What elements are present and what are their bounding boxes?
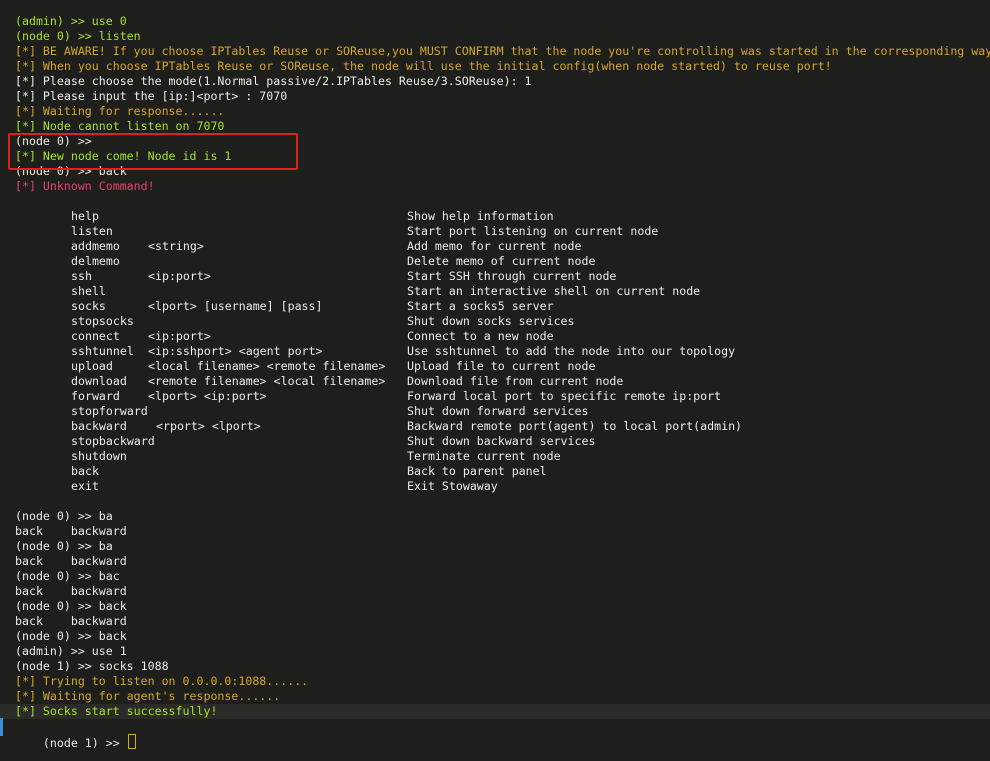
help-command: stopsocks — [71, 314, 134, 328]
command-prompt-line[interactable]: (node 1) >> — [15, 719, 136, 750]
output-line: (admin) >> use 1 — [15, 644, 127, 658]
output-line: back backward — [15, 524, 127, 538]
output-line: (node 0) >> bac — [15, 569, 120, 583]
help-arguments: <local filename> <remote filename> — [148, 359, 386, 373]
help-arguments: <ip:port> — [148, 269, 211, 283]
output-line: (node 0) >> back — [15, 164, 127, 178]
help-description: Backward remote port(agent) to local por… — [407, 419, 743, 433]
help-command: backward — [71, 419, 127, 433]
help-row: stopsocks Shut down socks services — [0, 314, 990, 329]
help-description: Shut down forward services — [407, 404, 589, 418]
help-row: forward <lport> <ip:port> Forward local po… — [0, 389, 990, 404]
help-arguments: <lport> [username] [pass] — [148, 299, 323, 313]
help-row: stopbackward Shut down backward services — [0, 434, 990, 449]
output-line: (admin) >> use 0 — [15, 14, 127, 28]
help-command: stopbackward — [71, 434, 155, 448]
help-description: Shut down socks services — [407, 314, 575, 328]
output-line: (node 0) >> back — [15, 599, 127, 613]
help-command: stopforward — [71, 404, 148, 418]
output-line: [*] Please choose the mode(1.Normal pass… — [15, 74, 532, 88]
help-row: socks <lport> [username] [pass] Start a so… — [0, 299, 990, 314]
prompt-text: (node 1) >> — [42, 736, 127, 750]
output-line: back backward — [15, 614, 127, 628]
help-arguments: <lport> <ip:port> — [148, 389, 267, 403]
help-command: upload — [71, 359, 113, 373]
help-command: delmemo — [71, 254, 120, 268]
help-description: Add memo for current node — [407, 239, 582, 253]
output-line: [*] Waiting for response...... — [15, 104, 225, 118]
help-arguments: <rport> <lport> — [156, 419, 261, 433]
cursor-block — [127, 734, 136, 749]
help-row: ssh <ip:port> Start SSH through current no… — [0, 269, 990, 284]
output-line: [*] Waiting for agent's response...... — [15, 689, 281, 703]
help-row: connect <ip:port> Connect to a new node — [0, 329, 990, 344]
help-command: forward — [71, 389, 120, 403]
help-command: shell — [71, 284, 106, 298]
output-line: back backward — [15, 584, 127, 598]
help-row: upload <local filename> <remote filename>… — [0, 359, 990, 374]
help-description: Connect to a new node — [407, 329, 554, 343]
output-line: (node 0) >> back — [15, 629, 127, 643]
gutter-marker — [0, 718, 3, 736]
help-description: Delete memo of current node — [407, 254, 596, 268]
output-line: [*] Node cannot listen on 7070 — [15, 119, 225, 133]
help-row: shell Start an interactive shell on curre… — [0, 284, 990, 299]
help-description: Shut down backward services — [407, 434, 596, 448]
terminal-window[interactable]: (admin) >> use 0 (node 0) >> listen [*] BE… — [0, 0, 990, 761]
output-line: [*] Unknown Command! — [15, 179, 155, 193]
help-row: listen Start port listening on current no… — [0, 224, 990, 239]
help-command: addmemo — [71, 239, 120, 253]
help-row: addmemo <string> Add memo for current node — [0, 239, 990, 254]
help-arguments: <ip:sshport> <agent port> — [148, 344, 323, 358]
help-arguments: <remote filename> <local filename> — [148, 374, 386, 388]
help-row: sshtunnel <ip:sshport> <agent port> Use ss… — [0, 344, 990, 359]
output-line: (node 0) >> ba — [15, 539, 113, 553]
help-row: download <remote filename> <local filenam… — [0, 374, 990, 389]
help-row: delmemo Delete memo of current node — [0, 254, 990, 269]
help-command: download — [71, 374, 127, 388]
help-arguments: <ip:port> — [148, 329, 211, 343]
help-description: Upload file to current node — [407, 359, 596, 373]
help-row: back Back to parent panel — [0, 464, 990, 479]
output-line: back backward — [15, 554, 127, 568]
output-line: [*] Please input the [ip:]<port> : 7070 — [15, 89, 288, 103]
help-description: Use sshtunnel to add the node into our t… — [407, 344, 736, 358]
help-command: socks — [71, 299, 106, 313]
output-line: [*] When you choose IPTables Reuse or SO… — [15, 59, 832, 73]
help-row: exit Exit Stowaway — [0, 479, 990, 494]
help-description: Exit Stowaway — [407, 479, 498, 493]
help-command: listen — [71, 224, 113, 238]
help-description: Start port listening on current node — [407, 224, 659, 238]
help-description: Start SSH through current node — [407, 269, 617, 283]
output-line: [*] Socks start successfully! — [15, 704, 218, 718]
help-description: Forward local port to specific remote ip… — [407, 389, 722, 403]
output-line: (node 0) >> listen — [15, 29, 141, 43]
help-command: back — [71, 464, 99, 478]
help-row: backward <rport> <lport> Backward remote p… — [0, 419, 990, 434]
help-description: Terminate current node — [407, 449, 561, 463]
help-row: help Show help information — [0, 209, 990, 224]
help-arguments: <string> — [148, 239, 204, 253]
output-line: (node 0) >> — [15, 134, 92, 148]
help-row: stopforward Shut down forward services — [0, 404, 990, 419]
help-description: Back to parent panel — [407, 464, 547, 478]
help-row: shutdown Terminate current node — [0, 449, 990, 464]
output-line: [*] Trying to listen on 0.0.0.0:1088....… — [15, 674, 309, 688]
help-command: help — [71, 209, 99, 223]
help-command: exit — [71, 479, 99, 493]
output-line: (node 1) >> socks 1088 — [15, 659, 169, 673]
help-description: Start an interactive shell on current no… — [407, 284, 701, 298]
output-line: (node 0) >> ba — [15, 509, 113, 523]
help-command: sshtunnel — [71, 344, 134, 358]
help-description: Start a socks5 server — [407, 299, 554, 313]
help-command: connect — [71, 329, 120, 343]
help-description: Download file from current node — [407, 374, 624, 388]
output-line: [*] New node come! Node id is 1 — [15, 149, 232, 163]
help-command: shutdown — [71, 449, 127, 463]
help-command: ssh — [71, 269, 92, 283]
help-description: Show help information — [407, 209, 554, 223]
output-line: [*] BE AWARE! If you choose IPTables Reu… — [15, 44, 990, 58]
